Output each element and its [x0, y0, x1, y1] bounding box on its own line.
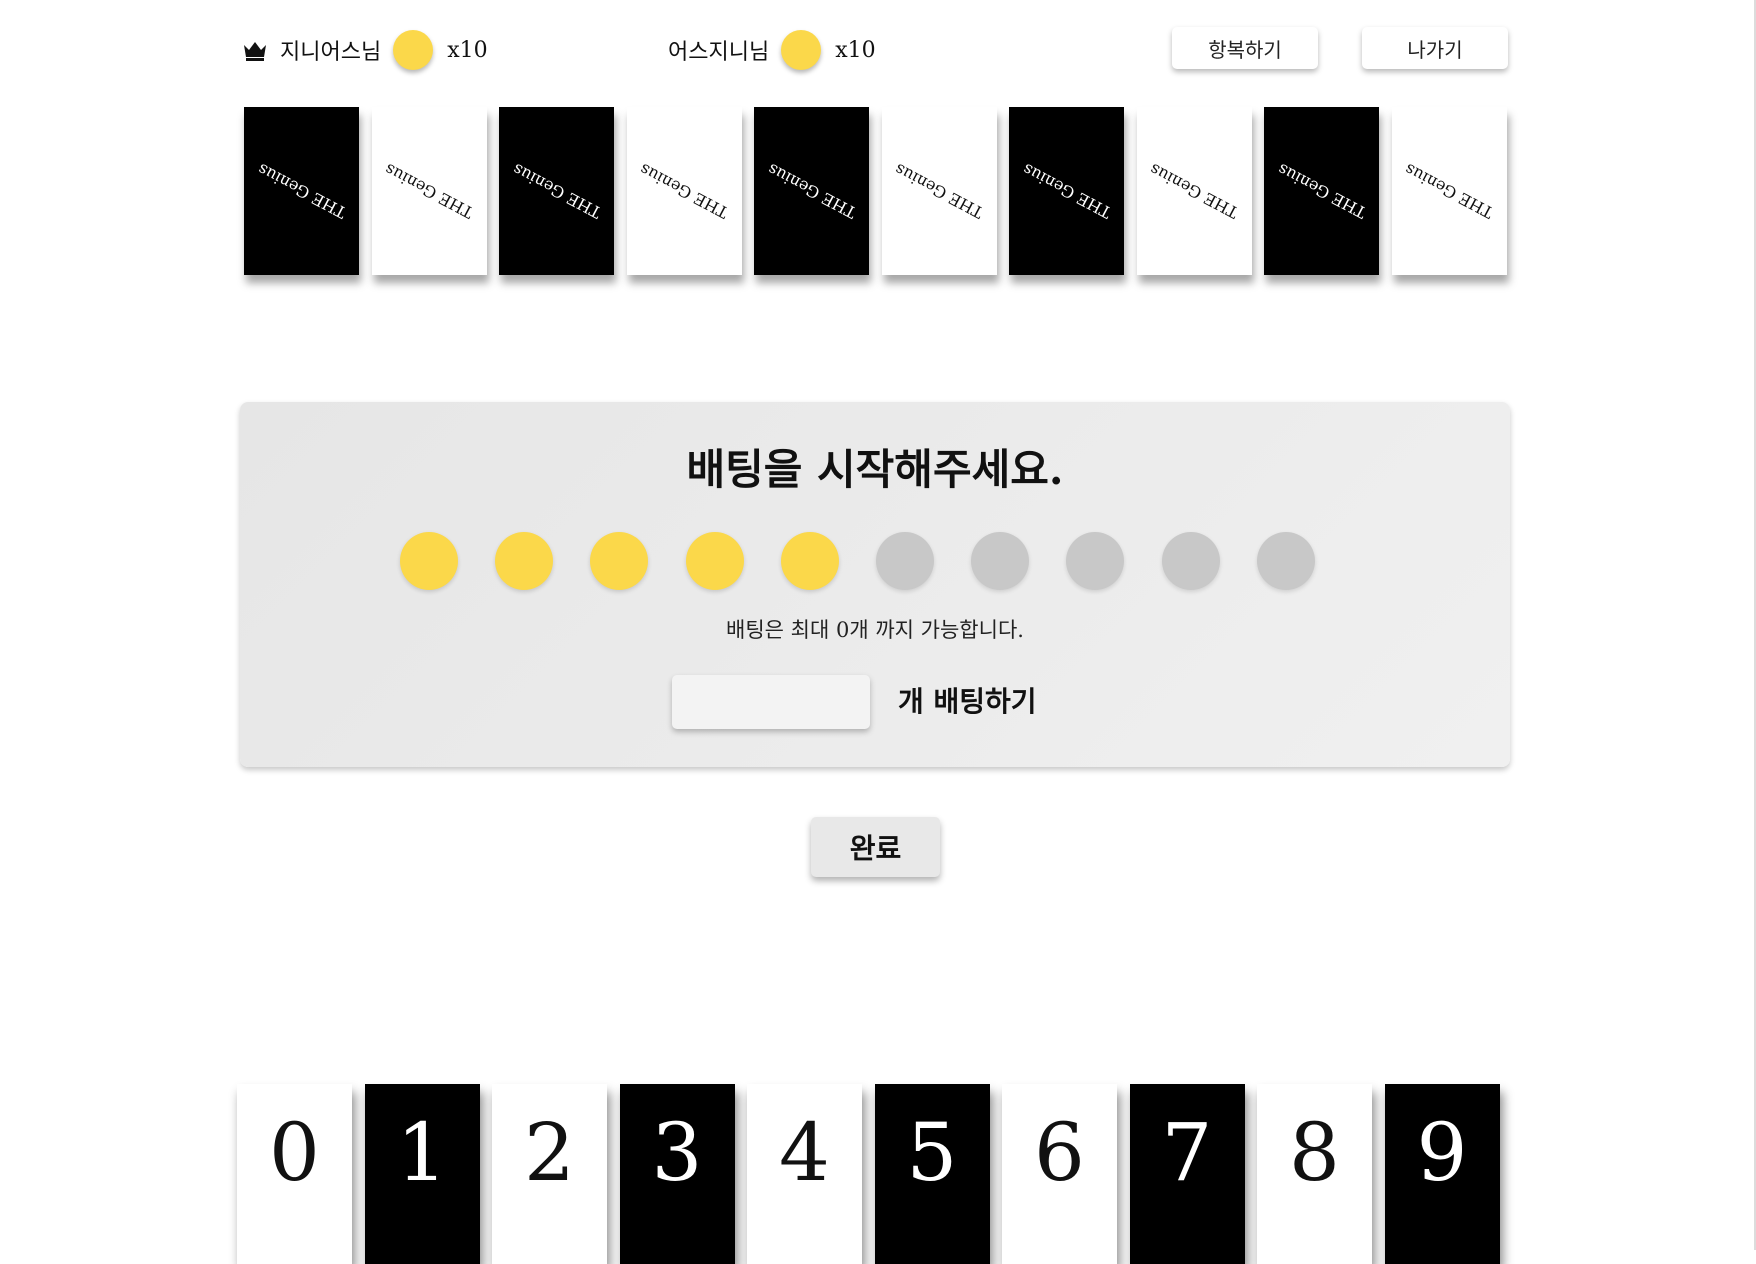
opponent-card: THE Genius [244, 107, 359, 275]
bet-coin-inactive[interactable] [1161, 532, 1220, 590]
card-logo: THE Genius [253, 159, 350, 223]
opponent-card: THE Genius [1009, 107, 1124, 275]
hand-card-number: 9 [1416, 1106, 1468, 1199]
hand-card-number: 3 [651, 1106, 703, 1199]
hand-card[interactable]: 3 [619, 1084, 735, 1264]
player1-coin-count: x10 [447, 37, 488, 63]
hand-card[interactable]: 1 [364, 1084, 480, 1264]
bet-coin-active[interactable] [685, 532, 744, 590]
betting-limit-info: 배팅은 최대 0개 까지 가능합니다. [726, 618, 1024, 642]
player1-name: 지니어스님 [280, 40, 382, 65]
player2-coin-count: x10 [835, 37, 876, 63]
bet-coin-active[interactable] [590, 532, 649, 590]
leave-button[interactable]: 나가기 [1362, 27, 1508, 69]
crown-icon [244, 42, 266, 61]
card-logo: THE Genius [1146, 159, 1242, 223]
card-logo: THE Genius [1018, 159, 1115, 223]
player2-info: 어스지니님 x10 [668, 28, 876, 72]
hand-card-number: 2 [524, 1106, 575, 1199]
hand-card-number: 6 [1034, 1106, 1085, 1199]
opponent-card: THE Genius [1391, 107, 1507, 275]
surrender-button[interactable]: 항복하기 [1172, 27, 1318, 69]
player1-info: 지니어스님 x10 [242, 28, 488, 72]
card-logo: THE Genius [636, 159, 732, 223]
bet-coin-inactive[interactable] [1066, 532, 1125, 590]
hand-card-number: 5 [906, 1106, 958, 1199]
card-logo: THE Genius [1273, 159, 1370, 223]
opponent-card: THE Genius [371, 107, 487, 275]
opponent-card: THE Genius [881, 107, 997, 275]
card-logo: THE Genius [763, 159, 860, 223]
bet-amount-input[interactable] [672, 675, 870, 729]
hand-card[interactable]: 7 [1129, 1084, 1245, 1264]
betting-title: 배팅을 시작해주세요. [686, 445, 1064, 494]
hand-card[interactable]: 4 [747, 1084, 862, 1264]
bet-coin-inactive[interactable] [876, 532, 934, 590]
card-logo: THE Genius [891, 159, 987, 223]
hand-card[interactable]: 8 [1257, 1084, 1372, 1264]
hand-card[interactable]: 9 [1384, 1084, 1500, 1264]
bet-submit-label[interactable]: 개 배팅하기 [898, 680, 1037, 720]
opponent-card: THE Genius [1264, 107, 1379, 275]
opponent-card: THE Genius [626, 107, 742, 275]
opponent-card: THE Genius [499, 107, 614, 275]
bet-coin-active[interactable] [495, 532, 554, 590]
card-logo: THE Genius [1401, 159, 1497, 223]
hand-card-number: 0 [269, 1106, 320, 1199]
game-header: 지니어스님 x10 어스지니님 x10 항복하기 나가기 [0, 20, 1756, 80]
done-button[interactable]: 완료 [811, 817, 940, 877]
hand-card[interactable]: 0 [237, 1084, 352, 1264]
opponent-card: THE Genius [1136, 107, 1252, 275]
coin-icon [393, 30, 434, 70]
opponent-card: THE Genius [754, 107, 869, 275]
hand-card-number: 4 [779, 1106, 830, 1199]
hand-card-number: 7 [1161, 1106, 1213, 1199]
hand-card[interactable]: 5 [874, 1084, 990, 1264]
hand-card[interactable]: 6 [1002, 1084, 1117, 1264]
coin-icon [781, 30, 822, 70]
card-logo: THE Genius [508, 159, 605, 223]
bet-coin-active[interactable] [780, 532, 839, 590]
betting-panel: 배팅을 시작해주세요. 배팅은 최대 0개 까지 가능합니다. 개 배팅하기 [240, 402, 1510, 767]
player2-name: 어스지니님 [668, 40, 770, 65]
bet-coin-active[interactable] [400, 532, 458, 590]
hand-card[interactable]: 2 [492, 1084, 607, 1264]
hand-card-number: 8 [1289, 1106, 1340, 1199]
hand-card-number: 1 [396, 1106, 448, 1199]
bet-coin-inactive[interactable] [1256, 532, 1315, 590]
bet-coin-inactive[interactable] [971, 532, 1030, 590]
card-logo: THE Genius [381, 159, 477, 223]
